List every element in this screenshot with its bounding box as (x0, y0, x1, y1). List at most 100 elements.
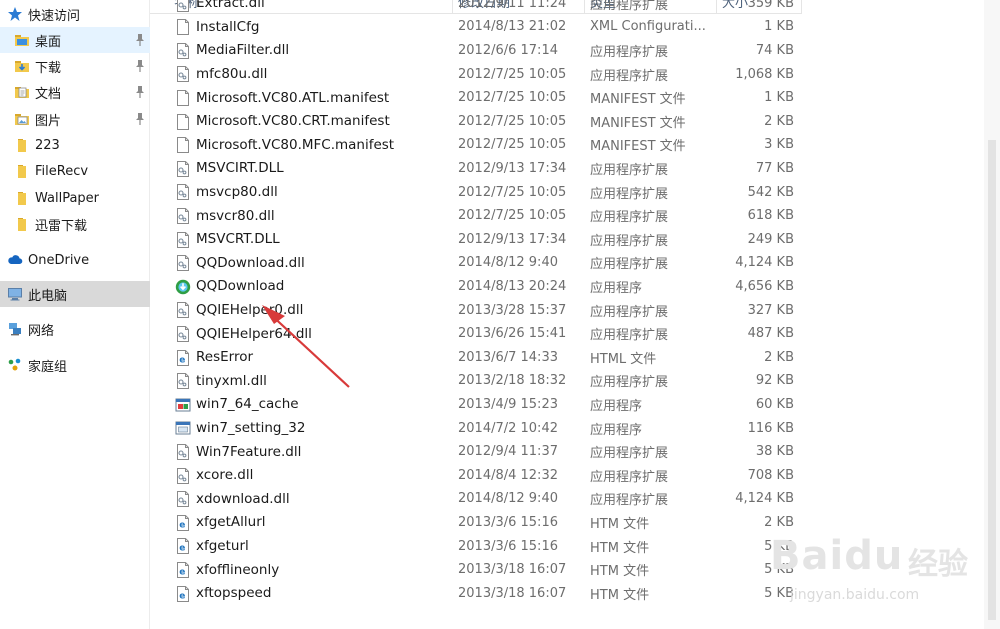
file-row[interactable]: win7_64_cache 2013/4/9 15:23 应用程序 60 KB (170, 393, 802, 417)
file-date: 2014/8/4 12:32 (458, 467, 558, 483)
file-name: ResError (196, 349, 254, 366)
nav-item-label: 223 (35, 137, 60, 153)
file-name: MediaFilter.dll (196, 42, 290, 59)
file-type: 应用程序扩展 (590, 68, 669, 84)
file-type: 应用程序扩展 (590, 446, 669, 462)
file-row[interactable]: e xfofflineonly 2013/3/18 16:07 HTM 文件 5 KB (170, 558, 802, 582)
nav-item-label: 家庭组 (28, 359, 68, 375)
file-name: Win7Feature.dll (196, 443, 302, 460)
download-folder-icon (14, 58, 30, 74)
file-size: 618 KB (747, 208, 794, 224)
svg-text:e: e (179, 520, 185, 530)
file-row[interactable]: mfc80u.dll 2012/7/25 10:05 应用程序扩展 1,068 KB (170, 62, 802, 86)
file-name: win7_64_cache (196, 396, 299, 413)
file-size: 74 KB (755, 42, 794, 58)
file-row[interactable]: msvcp80.dll 2012/7/25 10:05 应用程序扩展 542 KB (170, 180, 802, 204)
file-name: win7_setting_32 (196, 420, 306, 437)
pin-icon[interactable] (134, 112, 146, 126)
dll-file-icon (175, 0, 191, 12)
file-name: msvcr80.dll (196, 207, 275, 224)
nav-item-label: WallPaper (35, 190, 100, 206)
file-size: 3 KB (764, 137, 794, 153)
file-date: 2013/4/9 15:23 (458, 396, 558, 412)
vertical-scrollbar[interactable] (984, 0, 1000, 629)
file-row[interactable]: e xfgeturl 2013/3/6 15:16 HTM 文件 5 KB (170, 534, 802, 558)
file-type: 应用程序扩展 (590, 257, 669, 273)
nav-item-桌面[interactable]: 桌面 (0, 27, 150, 53)
file-row[interactable]: MediaFilter.dll 2012/6/6 17:14 应用程序扩展 74 KB (170, 39, 802, 63)
nav-item-OneDrive[interactable]: OneDrive (0, 247, 150, 273)
file-row[interactable]: e xfgetAllurl 2013/3/6 15:16 HTM 文件 2 KB (170, 511, 802, 535)
file-row[interactable]: Microsoft.VC80.ATL.manifest 2012/7/25 10:… (170, 86, 802, 110)
scrollbar-thumb[interactable] (988, 140, 996, 620)
dll-file-icon (175, 302, 191, 319)
desktop-folder-icon (14, 32, 30, 48)
file-name: QQIEHelper0.dll (196, 302, 304, 319)
nav-item-223[interactable]: 223 (0, 132, 150, 158)
file-row[interactable]: win7_setting_32 2014/7/2 10:42 应用程序 116 KB (170, 416, 802, 440)
nav-item-迅雷下载[interactable]: 迅雷下载 (0, 211, 150, 237)
file-name: MSVCRT.DLL (196, 231, 280, 248)
svg-text:e: e (179, 355, 185, 365)
file-date: 2014/8/13 21:02 (458, 19, 567, 35)
file-size: 249 KB (747, 231, 794, 247)
file-row[interactable]: Microsoft.VC80.CRT.manifest 2012/7/25 10:… (170, 110, 802, 134)
file-row[interactable]: tinyxml.dll 2013/2/18 18:32 应用程序扩展 92 KB (170, 369, 802, 393)
file-size: 359 KB (747, 0, 794, 11)
file-name: tinyxml.dll (196, 372, 267, 389)
file-row[interactable]: Microsoft.VC80.MFC.manifest 2012/7/25 10:… (170, 133, 802, 157)
nav-item-下载[interactable]: 下载 (0, 53, 150, 79)
file-date: 2013/3/18 16:07 (458, 562, 567, 578)
file-row[interactable]: e ResError 2013/6/7 14:33 HTML 文件 2 KB (170, 346, 802, 370)
nav-item-label: 网络 (28, 323, 55, 339)
file-row[interactable]: QQDownload.dll 2014/8/12 9:40 应用程序扩展 4,124 … (170, 251, 802, 275)
file-type: 应用程序扩展 (590, 469, 669, 485)
nav-item-WallPaper[interactable]: WallPaper (0, 185, 150, 211)
file-name: xcore.dll (196, 467, 254, 484)
nav-item-文档[interactable]: 文档 (0, 79, 150, 105)
nav-item-label: OneDrive (28, 252, 90, 268)
file-row[interactable]: MSVCRT.DLL 2012/9/13 17:34 应用程序扩展 249 KB (170, 228, 802, 252)
file-size: 4,124 KB (735, 255, 794, 271)
nav-item-家庭组[interactable]: 家庭组 (0, 352, 150, 378)
nav-item-此电脑[interactable]: 此电脑 (0, 281, 150, 307)
file-row[interactable]: Extract.dll 2012/9/11 11:24 应用程序扩展 359 KB (170, 0, 802, 15)
file-row[interactable]: xcore.dll 2014/8/4 12:32 应用程序扩展 708 KB (170, 464, 802, 488)
file-row[interactable]: e xftopspeed 2013/3/18 16:07 HTM 文件 5 KB (170, 582, 802, 606)
blank-file-icon (175, 89, 191, 106)
dll-file-icon (175, 184, 191, 201)
dll-file-icon (175, 42, 191, 59)
file-row[interactable]: Win7Feature.dll 2012/9/4 11:37 应用程序扩展 38 KB (170, 440, 802, 464)
nav-item-label: 快速访问 (28, 8, 81, 24)
file-date: 2012/9/13 17:34 (458, 231, 567, 247)
file-type: MANIFEST 文件 (590, 115, 686, 131)
file-name: Extract.dll (196, 0, 265, 12)
nav-item-label: 桌面 (35, 34, 62, 50)
nav-item-网络[interactable]: 网络 (0, 316, 150, 342)
file-type: 应用程序扩展 (590, 162, 669, 178)
file-row[interactable]: xdownload.dll 2014/8/12 9:40 应用程序扩展 4,124 K… (170, 487, 802, 511)
file-row[interactable]: InstallCfg 2014/8/13 21:02 XML Configurati… (170, 15, 802, 39)
blank-file-icon (175, 137, 191, 154)
nav-item-快速访问[interactable]: 快速访问 (0, 1, 150, 27)
pin-icon[interactable] (134, 85, 146, 99)
file-size: 708 KB (747, 467, 794, 483)
file-type: 应用程序扩展 (590, 210, 669, 226)
file-list: 名称 修改日期 类型 大小 Extract.dll2012/9/11 11:24… (150, 0, 1000, 629)
dll-file-icon (175, 373, 191, 390)
pin-icon[interactable] (134, 59, 146, 73)
nav-item-label: 此电脑 (28, 288, 68, 304)
pin-icon[interactable] (134, 33, 146, 47)
file-row[interactable]: QQIEHelper0.dll 2013/3/28 15:37 应用程序扩展 327 … (170, 298, 802, 322)
file-date: 2012/7/25 10:05 (458, 66, 567, 82)
nav-item-label: 下载 (35, 60, 62, 76)
file-row[interactable]: msvcr80.dll 2012/7/25 10:05 应用程序扩展 618 KB (170, 204, 802, 228)
file-date: 2014/7/2 10:42 (458, 420, 558, 436)
file-name: QQIEHelper64.dll (196, 325, 312, 342)
file-row[interactable]: QQDownload 2014/8/13 20:24 应用程序 4,656 KB (170, 275, 802, 299)
nav-item-图片[interactable]: 图片 (0, 106, 150, 132)
folder-icon (14, 190, 30, 206)
nav-item-FileRecv[interactable]: FileRecv (0, 158, 150, 184)
file-row[interactable]: MSVCIRT.DLL 2012/9/13 17:34 应用程序扩展 77 KB (170, 157, 802, 181)
file-row[interactable]: QQIEHelper64.dll 2013/6/26 15:41 应用程序扩展 487… (170, 322, 802, 346)
